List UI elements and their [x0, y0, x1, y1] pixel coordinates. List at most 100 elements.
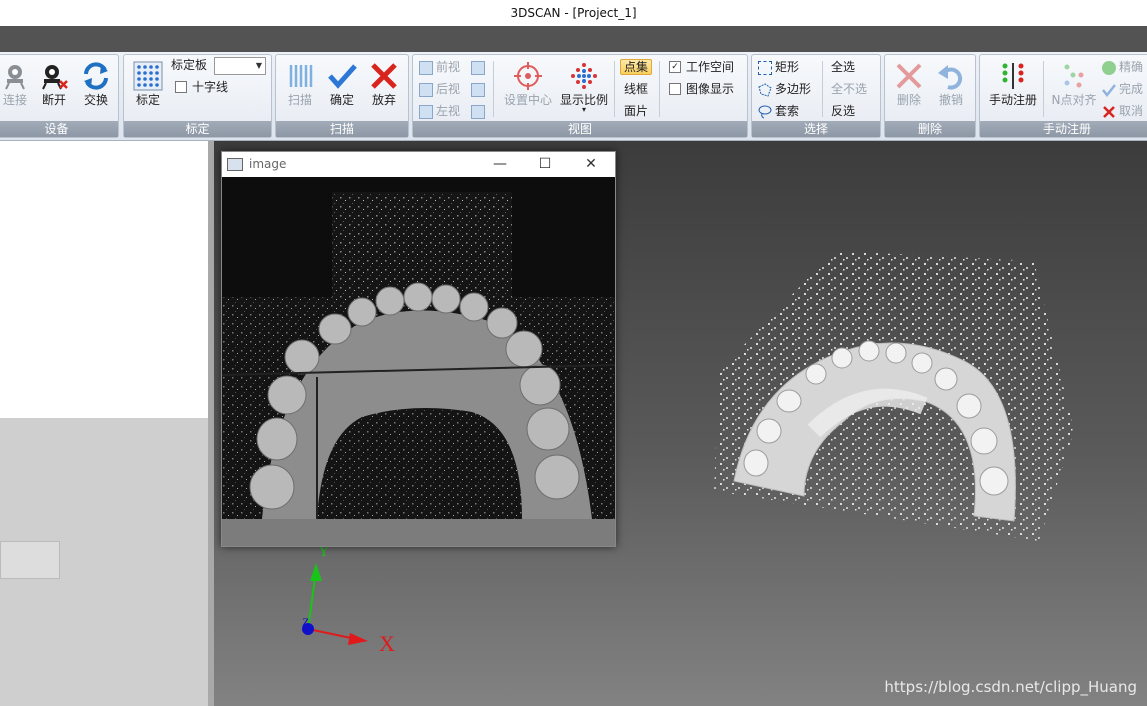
cube-top-icon: [471, 60, 485, 75]
polygon-select-icon: [758, 82, 772, 97]
image-display-label: 图像显示: [686, 82, 735, 96]
board-dropdown[interactable]: ▼: [214, 57, 266, 75]
dental-cast-photo: [222, 177, 615, 519]
calibration-grid-icon: [133, 61, 163, 91]
display-ratio-button[interactable]: 显示比例 ▾: [557, 59, 611, 115]
delete-button[interactable]: 删除: [889, 59, 929, 115]
disconnect-button[interactable]: 断开: [34, 59, 74, 115]
close-icon[interactable]: ✕: [571, 152, 611, 177]
minimize-icon[interactable]: —: [480, 152, 520, 177]
select-divider: [822, 61, 823, 117]
cube-back-icon: [419, 82, 433, 97]
precise-label: 精确: [1119, 60, 1144, 74]
manual-reg-divider: [1043, 61, 1044, 117]
y-axis-arrow: [310, 563, 322, 581]
bottom-view-button[interactable]: [471, 79, 488, 99]
board-label: 标定板: [171, 58, 208, 72]
target-icon: [514, 62, 542, 90]
select-none-button[interactable]: 全不选: [831, 79, 867, 99]
crosshair-checkbox-box[interactable]: [175, 80, 187, 93]
cube-right-icon: [471, 104, 485, 119]
menu-strip: [0, 26, 1147, 52]
invert-select-button[interactable]: 反选: [831, 101, 855, 121]
lasso-select-label: 套索: [775, 104, 800, 118]
lasso-select-button[interactable]: 套索: [758, 101, 799, 121]
select-all-label: 全选: [831, 60, 856, 74]
group-device-label: 设备: [0, 121, 118, 137]
x-axis-line: [307, 628, 357, 640]
image-display-checkbox[interactable]: 图像显示: [669, 79, 734, 99]
wireframe-label: 线框: [624, 82, 649, 96]
camera-icon: [5, 65, 25, 90]
group-device: 连接 断开 交换 设备: [0, 54, 119, 138]
polygon-select-button[interactable]: 多边形: [758, 79, 811, 99]
cube-left-icon: [419, 104, 433, 119]
workspace-checkbox-box[interactable]: ✓: [669, 60, 681, 73]
left-view-label: 左视: [436, 104, 461, 118]
scan-button[interactable]: 扫描: [280, 59, 320, 115]
ribbon-toolbar: 连接 断开 交换 设备 标定 标定板 ▼ 十字线 标定 扫描 确定 放弃 扫描 …: [0, 52, 1147, 141]
chevron-down-icon: ▾: [581, 105, 586, 114]
workspace-checkbox[interactable]: ✓ 工作空间: [669, 57, 734, 77]
left-view-button[interactable]: 左视: [419, 101, 460, 121]
group-calibration-label: 标定: [124, 121, 271, 137]
image-display-checkbox-box[interactable]: [669, 82, 681, 95]
calibrate-button[interactable]: 标定: [128, 59, 168, 115]
maximize-icon[interactable]: ☐: [525, 152, 565, 177]
image-window[interactable]: image — ☐ ✕: [221, 151, 616, 547]
manual-register-button[interactable]: 手动注册: [984, 59, 1042, 115]
group-delete-label: 删除: [885, 121, 975, 137]
axes-gizmo: Y X Z: [302, 543, 395, 656]
top-view-button[interactable]: [471, 57, 488, 77]
cancel-button[interactable]: 取消: [1102, 101, 1143, 121]
undo-button[interactable]: 撤销: [931, 59, 971, 115]
side-panel-box[interactable]: [0, 541, 60, 579]
rect-select-icon: [758, 60, 772, 75]
left-side-panel: [0, 141, 208, 706]
image-window-title-bar[interactable]: image — ☐ ✕: [222, 152, 615, 177]
view-divider: [493, 61, 494, 117]
camera-image: [222, 177, 615, 519]
surface-button[interactable]: 面片: [624, 101, 648, 121]
workspace-label: 工作空间: [686, 60, 735, 74]
back-view-button[interactable]: 后视: [419, 79, 460, 99]
crosshair-checkbox[interactable]: 十字线: [175, 77, 228, 97]
n-point-icon: [1064, 64, 1084, 88]
point-cloud-button[interactable]: 点集: [620, 57, 653, 77]
undo-label: 撤销: [938, 93, 963, 107]
view-divider: [614, 61, 615, 117]
invert-select-label: 反选: [831, 104, 856, 118]
image-window-title: image: [249, 157, 287, 171]
select-all-button[interactable]: 全选: [831, 57, 855, 77]
rect-select-button[interactable]: 矩形: [758, 57, 799, 77]
registration-points-icon: [1002, 63, 1024, 89]
discard-label: 放弃: [371, 93, 396, 107]
cancel-x-icon: [1103, 105, 1115, 118]
watermark-text: https://blog.csdn.net/clipp_Huang: [884, 678, 1137, 696]
precise-button[interactable]: 精确: [1102, 57, 1143, 77]
group-manual-registration: 手动注册 N点对齐 精确 完成 取消 手动注册: [979, 54, 1147, 138]
rect-select-label: 矩形: [775, 60, 800, 74]
discard-button[interactable]: 放弃: [364, 59, 404, 115]
point-grid-icon: [571, 63, 597, 89]
set-center-button[interactable]: 设置中心: [501, 59, 555, 115]
connect-button[interactable]: 连接: [0, 59, 35, 115]
done-button[interactable]: 完成: [1102, 79, 1143, 99]
wireframe-button[interactable]: 线框: [624, 79, 648, 99]
right-view-button[interactable]: [471, 101, 488, 121]
swap-arrows-icon: [84, 62, 108, 90]
chevron-down-icon: ▼: [255, 61, 262, 70]
point-cloud-label: 点集: [620, 59, 653, 75]
n-point-align-button[interactable]: N点对齐: [1048, 59, 1100, 115]
image-window-footer: [222, 519, 615, 546]
group-view-label: 视图: [413, 121, 747, 137]
back-view-label: 后视: [436, 82, 461, 96]
project-tree-panel[interactable]: [0, 141, 208, 418]
switch-button[interactable]: 交换: [76, 59, 116, 115]
connect-label: 连接: [2, 93, 27, 107]
window-title-bar: 3DSCAN - [Project_1]: [0, 0, 1147, 26]
view-divider: [659, 61, 660, 117]
front-view-button[interactable]: 前视: [419, 57, 460, 77]
confirm-button[interactable]: 确定: [322, 59, 362, 115]
lasso-icon: [758, 105, 772, 118]
